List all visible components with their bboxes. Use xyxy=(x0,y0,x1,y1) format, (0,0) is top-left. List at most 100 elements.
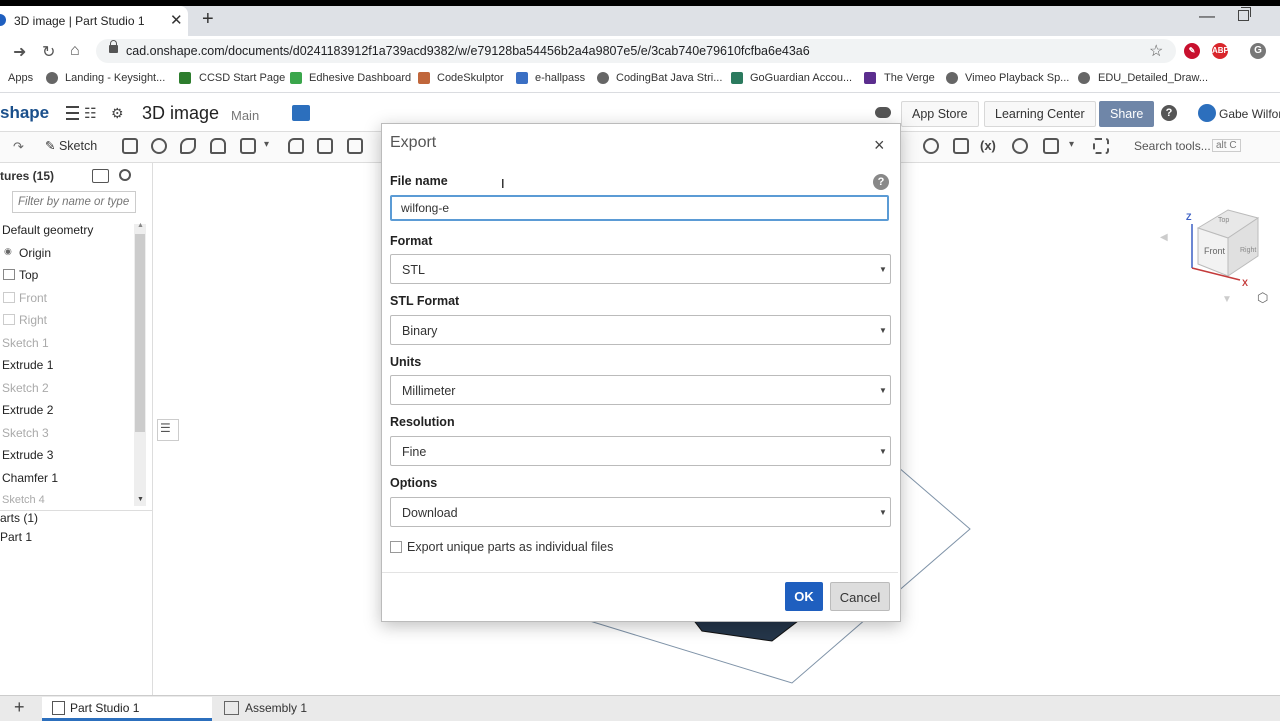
file-name-input[interactable] xyxy=(390,195,889,221)
export-unique-parts-checkbox[interactable] xyxy=(390,541,402,553)
feature-item[interactable]: Chamfer 1 xyxy=(2,471,58,485)
feature-item[interactable]: Sketch 2 xyxy=(2,381,49,395)
thicken-icon[interactable] xyxy=(240,138,256,154)
app-store-button[interactable]: App Store xyxy=(901,101,979,127)
view-options-icon[interactable]: ⬡ xyxy=(1257,290,1268,306)
stl-format-select[interactable] xyxy=(390,315,891,345)
hallpass-icon xyxy=(516,72,528,84)
chevron-down-icon[interactable]: ▾ xyxy=(264,139,269,150)
units-select[interactable] xyxy=(390,375,891,405)
feature-item[interactable]: Sketch 4 xyxy=(2,494,45,506)
variable-icon[interactable]: (x) xyxy=(980,138,996,153)
feature-item[interactable]: Default geometry xyxy=(2,223,93,237)
bookmark-apps[interactable]: Apps xyxy=(8,72,33,84)
bookmark-item[interactable]: EDU_Detailed_Draw... xyxy=(1098,72,1208,84)
new-tab-icon[interactable]: + xyxy=(202,8,214,31)
feature-item[interactable]: Sketch 3 xyxy=(2,426,49,440)
scrollbar-thumb[interactable] xyxy=(135,234,145,432)
add-folder-icon[interactable] xyxy=(92,169,109,183)
user-avatar-icon[interactable] xyxy=(1198,104,1216,122)
feature-tree-icon[interactable]: ☷ xyxy=(84,105,97,122)
bookmark-item[interactable]: CCSD Start Page xyxy=(199,72,285,84)
redo-icon[interactable]: ↷ xyxy=(13,139,24,155)
feature-item[interactable]: Extrude 3 xyxy=(2,448,53,462)
bookmark-star-icon[interactable]: ☆ xyxy=(1149,41,1163,61)
extension-icon[interactable]: ✎ xyxy=(1184,43,1200,59)
loft-icon[interactable] xyxy=(210,138,226,154)
close-icon[interactable]: × xyxy=(874,135,885,156)
sweep-icon[interactable] xyxy=(180,138,196,154)
bookmark-item[interactable]: CodeSkulptor xyxy=(437,72,504,84)
sketch-label: Sketch xyxy=(58,139,98,153)
adblock-icon[interactable]: ABP xyxy=(1212,43,1229,59)
dialog-divider xyxy=(382,572,898,573)
learning-center-button[interactable]: Learning Center xyxy=(984,101,1096,127)
sketch-button[interactable]: ✎ Sketch xyxy=(45,138,97,153)
share-button[interactable]: Share xyxy=(1099,101,1155,127)
forward-icon[interactable]: ➜ xyxy=(13,42,26,62)
help-icon[interactable]: ? xyxy=(1161,105,1177,121)
bookmark-item[interactable]: Edhesive Dashboard xyxy=(309,72,411,84)
stl-format-select-value: Binary xyxy=(402,324,438,338)
feature-item[interactable]: Extrude 1 xyxy=(2,358,53,372)
help-circle-icon[interactable]: ? xyxy=(873,174,889,190)
search-tools-input[interactable]: Search tools... xyxy=(1134,139,1211,153)
feature-item[interactable]: Sketch 1 xyxy=(2,336,49,350)
measure-icon[interactable] xyxy=(923,138,939,154)
document-title[interactable]: 3D image xyxy=(142,103,219,124)
configuration-icon[interactable]: ⚙ xyxy=(111,105,124,122)
restore-icon[interactable] xyxy=(1238,7,1251,21)
format-select[interactable] xyxy=(390,254,891,284)
bookmark-item[interactable]: e-hallpass xyxy=(535,72,585,84)
document-icon[interactable] xyxy=(292,105,310,121)
part-item[interactable]: Part 1 xyxy=(0,530,32,544)
user-name[interactable]: Gabe Wilfor xyxy=(1219,107,1280,121)
fillet-icon[interactable] xyxy=(288,138,304,154)
scroll-up-icon[interactable]: ▲ xyxy=(137,222,144,229)
feature-item[interactable]: Front xyxy=(19,291,47,305)
bookmark-item[interactable]: The Verge xyxy=(884,72,935,84)
options-select[interactable] xyxy=(390,497,891,527)
cancel-button[interactable]: Cancel xyxy=(830,582,890,611)
appearance-icon[interactable] xyxy=(1043,138,1059,154)
comments-icon[interactable] xyxy=(875,107,891,118)
export-unique-parts-label[interactable]: Export unique parts as individual files xyxy=(407,540,613,554)
draft-icon[interactable] xyxy=(347,138,363,154)
url-text[interactable]: cad.onshape.com/documents/d0241183912f1a… xyxy=(126,44,810,58)
format-select-value: STL xyxy=(402,263,425,277)
onshape-logo[interactable]: shape xyxy=(0,103,49,123)
feature-item[interactable]: Origin xyxy=(19,246,51,260)
feature-item[interactable]: Top xyxy=(19,268,38,282)
tab-close-icon[interactable]: ✕ xyxy=(170,11,183,29)
profile-avatar[interactable]: G xyxy=(1250,43,1266,59)
scroll-down-icon[interactable]: ▼ xyxy=(137,496,144,503)
bookmark-item[interactable]: CodingBat Java Stri... xyxy=(616,72,722,84)
bookmark-item[interactable]: Vimeo Playback Sp... xyxy=(965,72,1069,84)
feature-filter-input[interactable] xyxy=(12,191,136,213)
rotate-down-icon[interactable]: ▼ xyxy=(1222,294,1232,305)
resolution-select[interactable] xyxy=(390,436,891,466)
minimize-icon[interactable]: — xyxy=(1199,8,1215,26)
composite-icon[interactable] xyxy=(1012,138,1028,154)
section-view-icon[interactable] xyxy=(953,138,969,154)
revolve-icon[interactable] xyxy=(151,138,167,154)
home-icon[interactable]: ⌂ xyxy=(70,42,80,60)
feature-item[interactable]: Right xyxy=(19,313,47,327)
reload-icon[interactable]: ↻ xyxy=(42,42,55,62)
lock-icon[interactable] xyxy=(109,40,118,53)
rotate-left-icon[interactable]: ◀ xyxy=(1160,232,1168,243)
add-tab-icon[interactable]: + xyxy=(14,697,25,718)
feature-item[interactable]: Extrude 2 xyxy=(2,403,53,417)
branch-label[interactable]: Main xyxy=(231,108,259,123)
tab-title: 3D image | Part Studio 1 xyxy=(14,14,145,28)
add-custom-feature-icon[interactable] xyxy=(1093,138,1109,154)
menu-icon[interactable] xyxy=(66,106,79,120)
chamfer-icon[interactable] xyxy=(317,138,333,154)
tab-assembly[interactable]: Assembly 1 xyxy=(245,701,307,715)
extrude-icon[interactable] xyxy=(122,138,138,154)
rollback-timer-icon[interactable] xyxy=(119,169,131,181)
ok-button[interactable]: OK xyxy=(785,582,823,611)
bookmark-item[interactable]: GoGuardian Accou... xyxy=(750,72,852,84)
chevron-down-icon[interactable]: ▾ xyxy=(1069,139,1074,150)
bookmark-item[interactable]: Landing - Keysight... xyxy=(65,72,165,84)
